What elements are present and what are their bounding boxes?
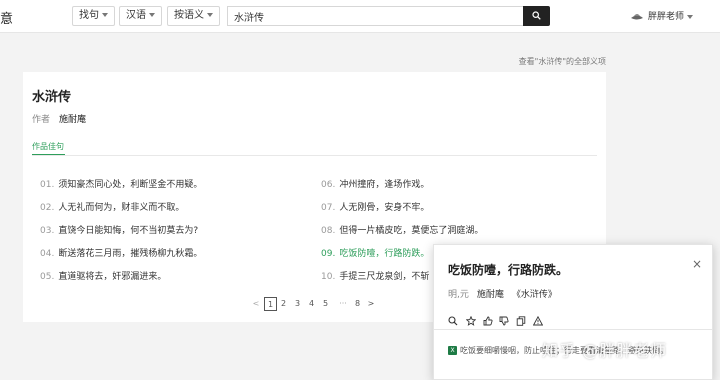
close-icon[interactable]: × [692, 257, 702, 271]
sentence-text: 吃饭防噎，行路防跌。 [339, 249, 430, 259]
author-name[interactable]: 施耐庵 [59, 115, 86, 125]
sentence-number: 06. [321, 180, 336, 190]
sentence-item[interactable]: 08. 但得一片橘皮吃，莫便忘了洞庭湖。 [321, 223, 483, 236]
sentence-text: 断送落花三月雨，摧残杨柳九秋霜。 [58, 249, 203, 259]
page-button-current[interactable]: 1 [264, 297, 277, 311]
popup-book[interactable]: 《水浒传》 [512, 290, 557, 300]
chevron-down-icon [149, 13, 155, 17]
tab-underline [32, 154, 65, 155]
popup-sentence: 吃饭防噎，行路防跌。 [448, 263, 569, 277]
page-button[interactable]: 5 [321, 297, 330, 311]
search-input[interactable] [227, 6, 524, 26]
sentence-item[interactable]: 06. 冲州撞府，逢场作戏。 [321, 177, 429, 190]
divider [434, 329, 712, 330]
sentence-item[interactable]: 03. 直饶今日能知悔，何不当初莫去为? [40, 223, 198, 236]
page-button[interactable]: 2 [279, 297, 288, 311]
sentence-item[interactable]: 04. 断送落花三月雨，摧残杨柳九秋霜。 [40, 246, 202, 259]
search-type-select[interactable]: 按语义 [167, 6, 220, 26]
avatar [631, 13, 643, 19]
sentence-number: 10. [321, 272, 336, 282]
sentence-item[interactable]: 05. 直道驱将去，奸邪漏进来。 [40, 269, 166, 282]
prev-page-button[interactable]: < [252, 297, 260, 311]
thumbs-down-icon[interactable] [499, 311, 509, 330]
user-menu[interactable]: 胖胖老师 [630, 9, 694, 22]
excel-icon: X [448, 346, 457, 355]
search-button[interactable] [523, 6, 550, 26]
divider [32, 155, 597, 156]
sentence-number: 01. [40, 180, 55, 190]
pagination-ellipsis: ··· [339, 299, 347, 308]
page-button[interactable]: 4 [307, 297, 316, 311]
chevron-down-icon [207, 13, 213, 17]
sentence-number: 04. [40, 249, 55, 259]
chevron-down-icon [687, 14, 694, 19]
top-bar: 意 找句 汉语 按语义 胖胖老师 [0, 0, 720, 33]
thumbs-up-icon[interactable] [483, 311, 493, 330]
watermark: 知乎 @胖胖老师 [542, 341, 668, 360]
search-type-select-value: 按语义 [174, 10, 204, 21]
popup-source: 明,元 施耐庵 《水浒传》 [448, 287, 557, 300]
view-all-link[interactable]: 查看"水浒传"的全部义项 [519, 56, 606, 67]
user-name: 胖胖老师 [648, 12, 685, 22]
popup-author[interactable]: 施耐庵 [477, 290, 504, 300]
sentence-text: 手提三尺龙泉剑，不斩 [339, 272, 430, 282]
sentence-item-active[interactable]: 09. 吃饭防噎，行路防跌。 [321, 246, 429, 259]
popup-dynasty: 明,元 [448, 290, 469, 300]
language-select[interactable]: 汉语 [119, 6, 162, 26]
tab-works-sentences[interactable]: 作品佳句 [32, 141, 64, 152]
mode-select-value: 找句 [79, 10, 99, 21]
sentence-item[interactable]: 07. 人无刚骨，安身不牢。 [321, 200, 429, 213]
mode-select[interactable]: 找句 [72, 6, 115, 26]
sentence-number: 08. [321, 226, 336, 236]
page-button[interactable]: 3 [293, 297, 302, 311]
author-label: 作者 [32, 115, 51, 125]
sentence-number: 02. [40, 203, 55, 213]
next-page-button[interactable]: > [367, 297, 375, 311]
chevron-down-icon [102, 13, 108, 17]
sentence-text: 冲州撞府，逢场作戏。 [339, 180, 430, 190]
warning-icon[interactable] [532, 311, 544, 330]
sentence-text: 直道驱将去，奸邪漏进来。 [58, 272, 167, 282]
sentence-number: 07. [321, 203, 336, 213]
language-select-value: 汉语 [126, 10, 146, 21]
sentence-text: 须知豪杰同心处，利断坚金不用疑。 [58, 180, 203, 190]
sentence-text: 但得一片橘皮吃，莫便忘了洞庭湖。 [339, 226, 484, 236]
sentence-item[interactable]: 02. 人无礼而何为，财非义而不取。 [40, 200, 184, 213]
sentence-item[interactable]: 01. 须知豪杰同心处，利断坚金不用疑。 [40, 177, 202, 190]
site-logo[interactable]: 意 [0, 8, 13, 27]
star-icon[interactable] [465, 311, 477, 330]
sentence-number: 05. [40, 272, 55, 282]
page-button-last[interactable]: 8 [353, 297, 362, 311]
sentence-text: 人无刚骨，安身不牢。 [339, 203, 430, 213]
copy-icon[interactable] [516, 311, 526, 330]
sentence-number: 03. [40, 226, 55, 236]
author-row: 作者 施耐庵 [32, 112, 86, 125]
search-icon[interactable] [448, 311, 458, 330]
sentence-text: 人无礼而何为，财非义而不取。 [58, 203, 185, 213]
search-icon [532, 11, 541, 20]
sentence-number: 09. [321, 249, 336, 259]
book-title[interactable]: 水浒传 [32, 86, 71, 105]
sentence-text: 直饶今日能知悔，何不当初莫去为? [58, 226, 199, 236]
sentence-item[interactable]: 10. 手提三尺龙泉剑，不斩 [321, 269, 429, 282]
